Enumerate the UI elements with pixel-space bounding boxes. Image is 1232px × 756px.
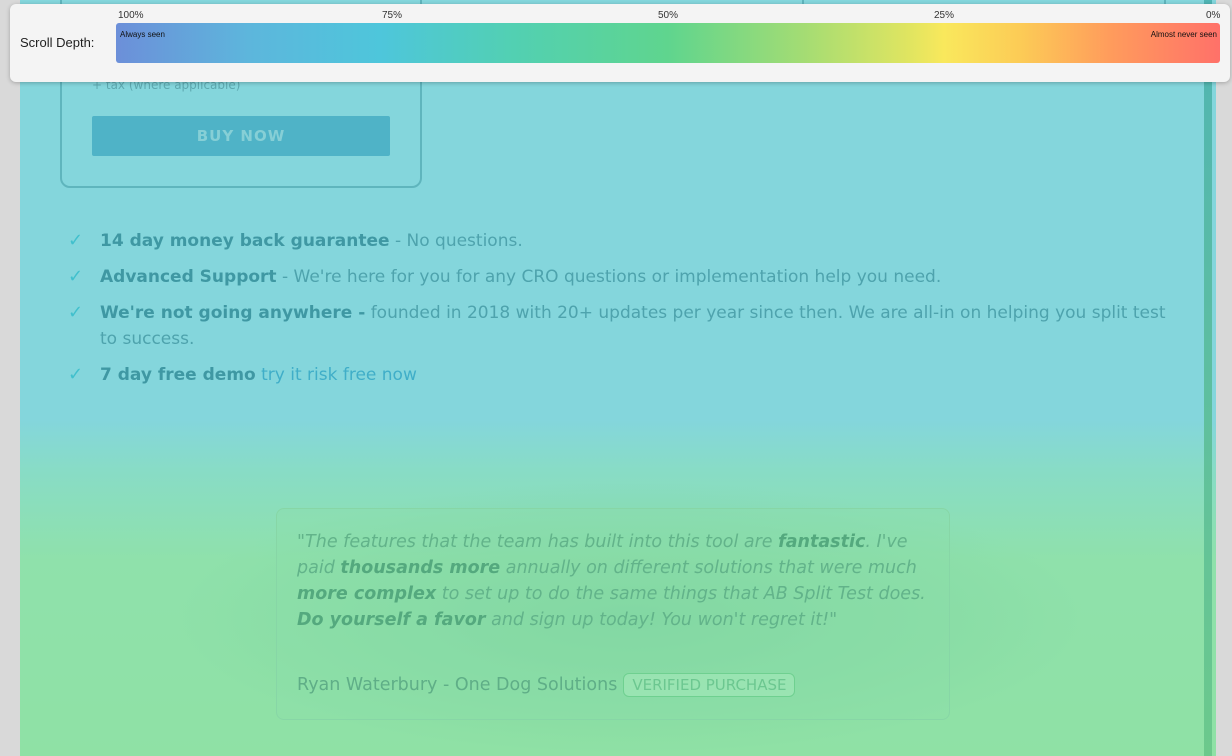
tick-label: 50%: [658, 10, 679, 21]
legend-start-note: Always seen: [120, 30, 165, 39]
testimonial-author: Ryan Waterbury - One Dog Solutions: [297, 675, 618, 695]
buy-now-button[interactable]: BUY NOW: [92, 116, 390, 156]
quote-text: and sign up today! You won't regret it!": [485, 610, 838, 630]
quote-emphasis: Do yourself a favor: [297, 610, 486, 630]
benefit-item: ✓ 14 day money back guarantee - No quest…: [68, 228, 1168, 254]
scroll-depth-legend: Scroll Depth: 100% 75% 50% 25% 0% Always…: [10, 4, 1230, 82]
benefit-title: We're not going anywhere -: [100, 303, 366, 323]
quote-emphasis: fantastic: [778, 532, 866, 552]
tick-label: 25%: [934, 10, 955, 21]
quote-text: to set up to do the same things that AB …: [436, 584, 926, 604]
checkmark-icon: ✓: [68, 230, 84, 251]
scroll-depth-label: Scroll Depth:: [20, 35, 95, 50]
testimonial-author-line: Ryan Waterbury - One Dog Solutions VERIF…: [297, 673, 796, 697]
verified-purchase-badge: VERIFIED PURCHASE: [623, 673, 796, 697]
tick-label: 0%: [1206, 10, 1221, 21]
benefit-text: - We're here for you for any CRO questio…: [276, 267, 942, 287]
quote-text: "The features that the team has built in…: [297, 532, 779, 552]
checkmark-icon: ✓: [68, 266, 84, 287]
page-edge-strip: [1204, 0, 1212, 756]
testimonial-card: "The features that the team has built in…: [276, 508, 950, 720]
benefits-list: ✓ 14 day money back guarantee - No quest…: [68, 228, 1168, 398]
scroll-depth-gradient-bar: [116, 23, 1220, 63]
benefit-title: 14 day money back guarantee: [100, 231, 390, 251]
checkmark-icon: ✓: [68, 302, 84, 323]
testimonial-quote: "The features that the team has built in…: [297, 529, 927, 633]
tick-label: 75%: [382, 10, 403, 21]
benefit-text: - No questions.: [389, 231, 523, 251]
quote-emphasis: thousands more: [340, 558, 501, 578]
legend-end-note: Almost never seen: [1150, 30, 1217, 39]
free-demo-link[interactable]: try it risk free now: [261, 365, 417, 385]
benefit-item: ✓ 7 day free demo try it risk free now: [68, 362, 1168, 388]
benefit-title: 7 day free demo: [100, 365, 256, 385]
benefit-item: ✓ Advanced Support - We're here for you …: [68, 264, 1168, 290]
page-canvas: + tax (where applicable) BUY NOW ✓ 14 da…: [20, 0, 1216, 756]
benefit-item: ✓ We're not going anywhere - founded in …: [68, 300, 1168, 352]
quote-text: annually on different solutions that wer…: [500, 558, 917, 578]
quote-emphasis: more complex: [297, 584, 437, 604]
tick-label: 100%: [118, 10, 144, 21]
checkmark-icon: ✓: [68, 364, 84, 385]
benefit-title: Advanced Support: [100, 267, 277, 287]
